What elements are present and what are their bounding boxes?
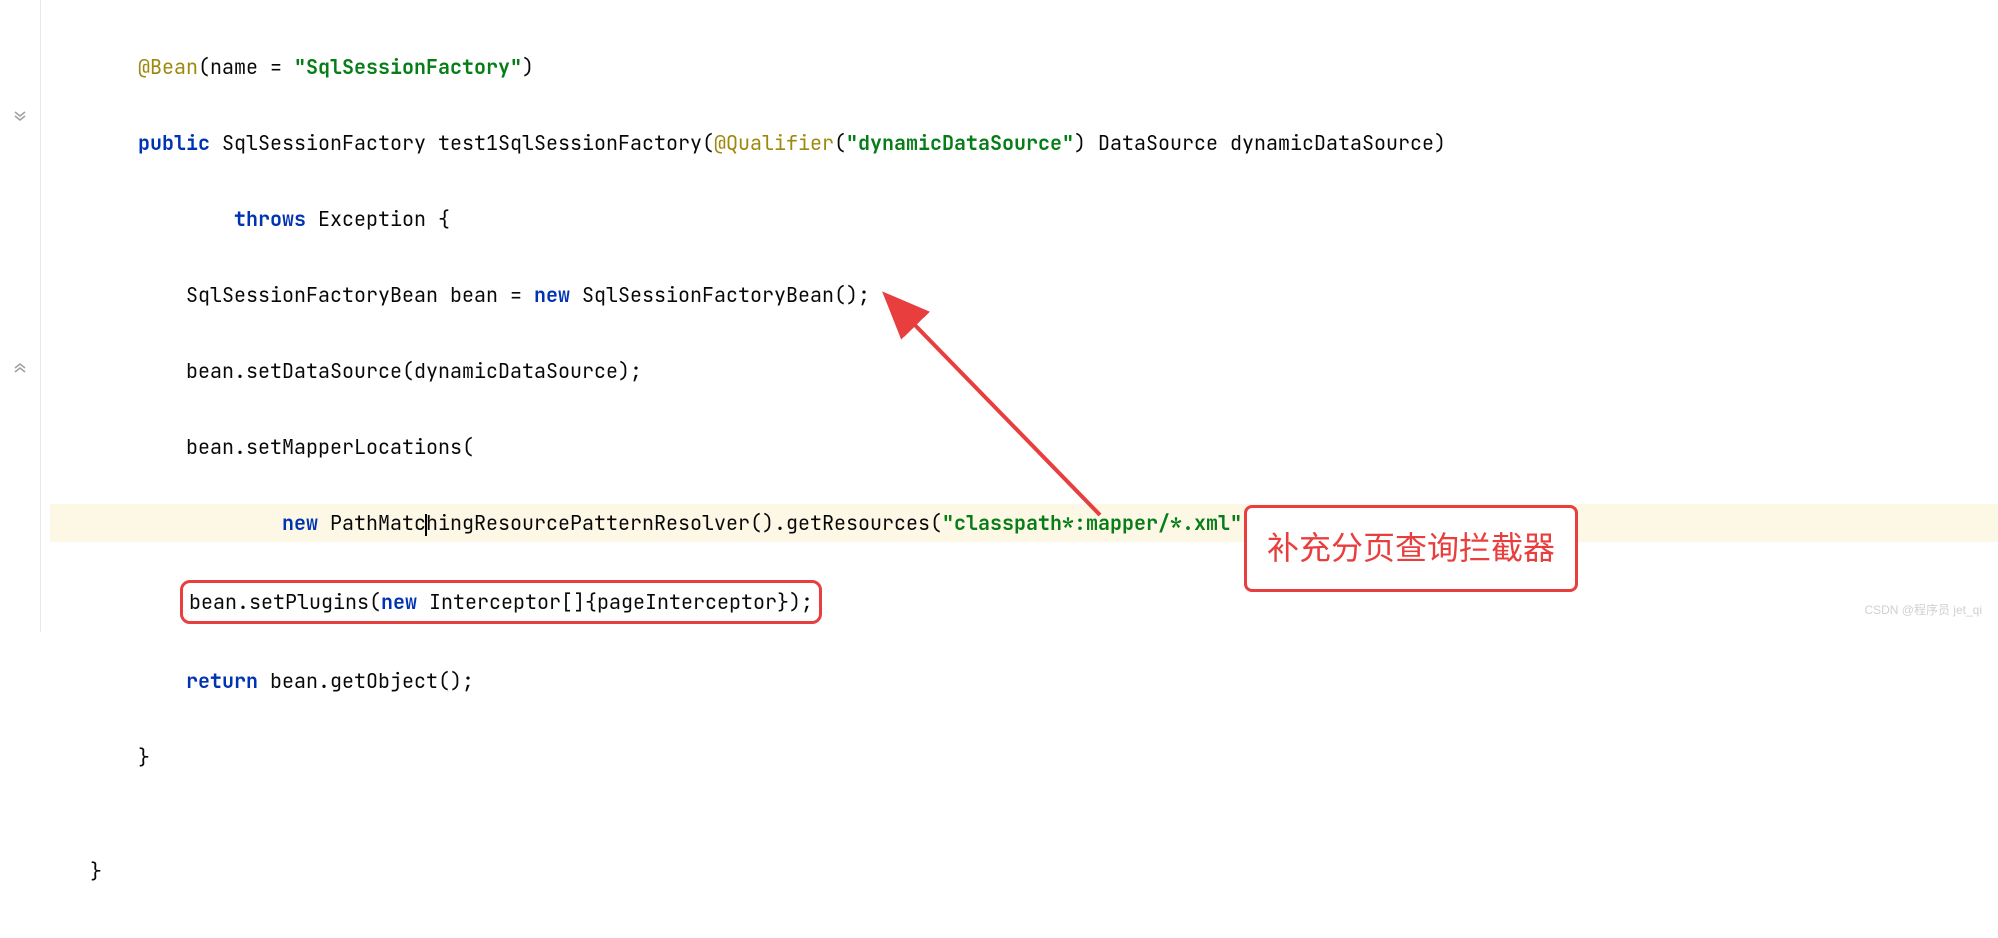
code-line-highlighted: new PathMatchingResourcePatternResolver(…: [50, 504, 1998, 542]
code-line: }: [50, 852, 1998, 890]
highlighted-code-box: bean.setPlugins(new Interceptor[]{pageIn…: [180, 580, 822, 624]
code-line: bean.setPlugins(new Interceptor[]{pageIn…: [50, 580, 1998, 624]
code-line: @Bean(name = "SqlSessionFactory"): [50, 48, 1998, 86]
code-line: SqlSessionFactoryBean bean = new SqlSess…: [50, 276, 1998, 314]
code-editor[interactable]: @Bean(name = "SqlSessionFactory") public…: [0, 0, 1998, 938]
code-line: return bean.getObject();: [50, 662, 1998, 700]
code-line: bean.setMapperLocations(: [50, 428, 1998, 466]
code-line: }: [50, 738, 1998, 776]
code-line: bean.setDataSource(dynamicDataSource);: [50, 352, 1998, 390]
code-line: public SqlSessionFactory test1SqlSession…: [50, 124, 1998, 162]
annotation-callout: 补充分页查询拦截器: [1244, 505, 1578, 592]
code-line: throws Exception {: [50, 200, 1998, 238]
annotation-text: 补充分页查询拦截器: [1267, 530, 1555, 566]
watermark-text: CSDN @程序员 jet_qi: [1864, 599, 1982, 622]
